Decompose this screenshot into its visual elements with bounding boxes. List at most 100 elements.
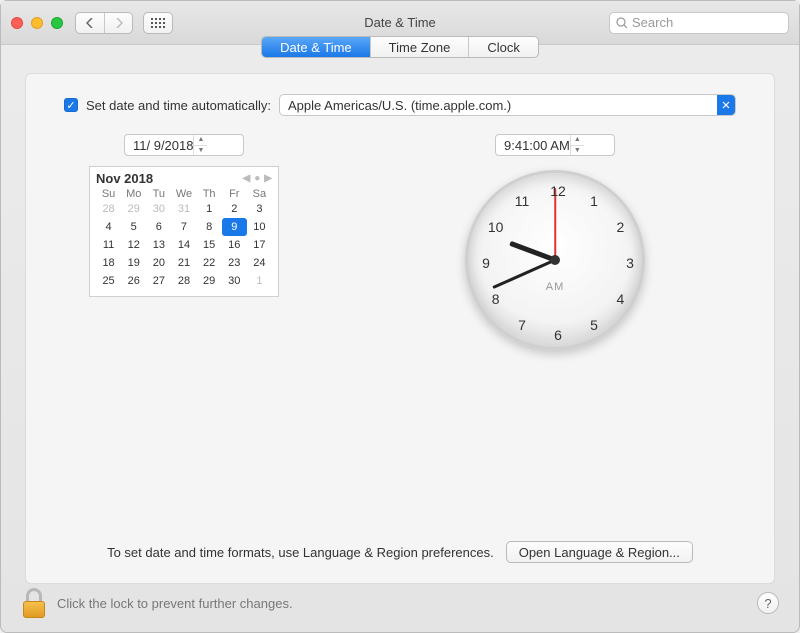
clock-number: 4	[610, 291, 630, 307]
calendar-day[interactable]: 14	[171, 236, 196, 254]
calendar-day[interactable]: 26	[121, 272, 146, 290]
calendar-dow: Th	[197, 188, 222, 200]
grid-icon	[151, 18, 165, 28]
clock-number: 6	[548, 327, 568, 343]
date-stepper[interactable]: ▲▼	[193, 135, 207, 155]
tab-clock[interactable]: Clock	[468, 37, 538, 57]
bottom-bar: Click the lock to prevent further change…	[1, 584, 799, 632]
calendar-day[interactable]: 1	[197, 200, 222, 218]
date-field[interactable]: 11/ 9/2018 ▲▼	[124, 134, 244, 156]
show-all-button[interactable]	[143, 12, 173, 34]
mid-area: 11/ 9/2018 ▲▼ Nov 2018 ◀ ● ▶ SuMoTu	[40, 134, 760, 350]
calendar-day[interactable]: 30	[146, 200, 171, 218]
calendar-day[interactable]: 30	[222, 272, 247, 290]
calendar-day[interactable]: 28	[171, 272, 196, 290]
hour-hand	[509, 241, 556, 262]
formats-label: To set date and time formats, use Langua…	[107, 545, 494, 560]
clock-ampm: AM	[546, 281, 565, 293]
date-value: 11/ 9/2018	[133, 138, 193, 153]
calendar[interactable]: Nov 2018 ◀ ● ▶ SuMoTuWeThFrSa 2829303112…	[89, 166, 279, 297]
calendar-today-icon[interactable]: ●	[254, 173, 260, 184]
back-button[interactable]	[76, 13, 104, 33]
calendar-next-icon[interactable]: ▶	[264, 173, 272, 184]
calendar-day[interactable]: 17	[247, 236, 272, 254]
calendar-dow: Tu	[146, 188, 171, 200]
calendar-nav: ◀ ● ▶	[243, 173, 272, 184]
calendar-header: Nov 2018 ◀ ● ▶	[96, 171, 272, 186]
calendar-day[interactable]: 7	[171, 218, 196, 236]
zoom-window-button[interactable]	[51, 17, 63, 29]
traffic-lights	[11, 17, 63, 29]
clock-number: 7	[512, 317, 532, 333]
calendar-day[interactable]: 28	[96, 200, 121, 218]
calendar-dow: We	[171, 188, 196, 200]
calendar-day[interactable]: 18	[96, 254, 121, 272]
calendar-dow-row: SuMoTuWeThFrSa	[96, 188, 272, 200]
calendar-day[interactable]: 8	[197, 218, 222, 236]
help-button[interactable]: ?	[757, 592, 779, 614]
calendar-day[interactable]: 4	[96, 218, 121, 236]
clock-number: 8	[486, 291, 506, 307]
forward-button[interactable]	[104, 13, 132, 33]
calendar-day[interactable]: 5	[121, 218, 146, 236]
search-placeholder: Search	[632, 15, 673, 30]
calendar-day[interactable]: 1	[247, 272, 272, 290]
calendar-grid: 2829303112345678910111213141516171819202…	[96, 200, 272, 290]
formats-row: To set date and time formats, use Langua…	[40, 541, 760, 567]
calendar-day[interactable]: 23	[222, 254, 247, 272]
calendar-day[interactable]: 20	[146, 254, 171, 272]
calendar-day[interactable]: 21	[171, 254, 196, 272]
clock-pivot	[550, 255, 560, 265]
open-language-region-button[interactable]: Open Language & Region...	[506, 541, 693, 563]
auto-time-label: Set date and time automatically:	[86, 98, 271, 113]
panel: ✓ Set date and time automatically: Apple…	[25, 73, 775, 584]
calendar-day[interactable]: 11	[96, 236, 121, 254]
search-field[interactable]: Search	[609, 12, 789, 34]
tab-bar: Date & Time Time Zone Clock	[261, 36, 539, 58]
calendar-day[interactable]: 6	[146, 218, 171, 236]
calendar-dow: Sa	[247, 188, 272, 200]
nav-segmented	[75, 12, 133, 34]
calendar-day[interactable]: 12	[121, 236, 146, 254]
clock-number: 3	[620, 255, 640, 271]
lock-icon[interactable]	[21, 588, 47, 618]
lock-label: Click the lock to prevent further change…	[57, 596, 293, 611]
time-field[interactable]: 9:41:00 AM ▲▼	[495, 134, 615, 156]
close-window-button[interactable]	[11, 17, 23, 29]
clock-number: 5	[584, 317, 604, 333]
clock-number: 2	[610, 219, 630, 235]
calendar-dow: Mo	[121, 188, 146, 200]
clock-number: 10	[486, 219, 506, 235]
calendar-day[interactable]: 3	[247, 200, 272, 218]
calendar-month: Nov 2018	[96, 171, 153, 186]
tab-date-time[interactable]: Date & Time	[262, 37, 370, 57]
preferences-window: Date & Time Search Date & Time Time Zone…	[0, 0, 800, 633]
time-stepper[interactable]: ▲▼	[570, 135, 584, 155]
clock-number: 1	[584, 193, 604, 209]
calendar-day[interactable]: 9	[222, 218, 247, 236]
time-server-select[interactable]: Apple Americas/U.S. (time.apple.com.)	[279, 94, 736, 116]
chevron-down-icon	[717, 95, 735, 115]
clock-number: 12	[548, 183, 568, 199]
calendar-dow: Fr	[222, 188, 247, 200]
calendar-day[interactable]: 24	[247, 254, 272, 272]
minimize-window-button[interactable]	[31, 17, 43, 29]
analog-clock: AM 121234567891011	[465, 170, 645, 350]
calendar-day[interactable]: 15	[197, 236, 222, 254]
calendar-day[interactable]: 27	[146, 272, 171, 290]
time-server-value: Apple Americas/U.S. (time.apple.com.)	[288, 98, 511, 113]
calendar-day[interactable]: 2	[222, 200, 247, 218]
tab-time-zone[interactable]: Time Zone	[370, 37, 469, 57]
calendar-day[interactable]: 10	[247, 218, 272, 236]
calendar-day[interactable]: 19	[121, 254, 146, 272]
calendar-prev-icon[interactable]: ◀	[243, 173, 251, 184]
time-value: 9:41:00 AM	[504, 138, 570, 153]
calendar-day[interactable]: 22	[197, 254, 222, 272]
calendar-day[interactable]: 13	[146, 236, 171, 254]
auto-time-checkbox[interactable]: ✓	[64, 98, 78, 112]
calendar-day[interactable]: 31	[171, 200, 196, 218]
calendar-day[interactable]: 29	[121, 200, 146, 218]
calendar-day[interactable]: 29	[197, 272, 222, 290]
calendar-day[interactable]: 25	[96, 272, 121, 290]
calendar-day[interactable]: 16	[222, 236, 247, 254]
